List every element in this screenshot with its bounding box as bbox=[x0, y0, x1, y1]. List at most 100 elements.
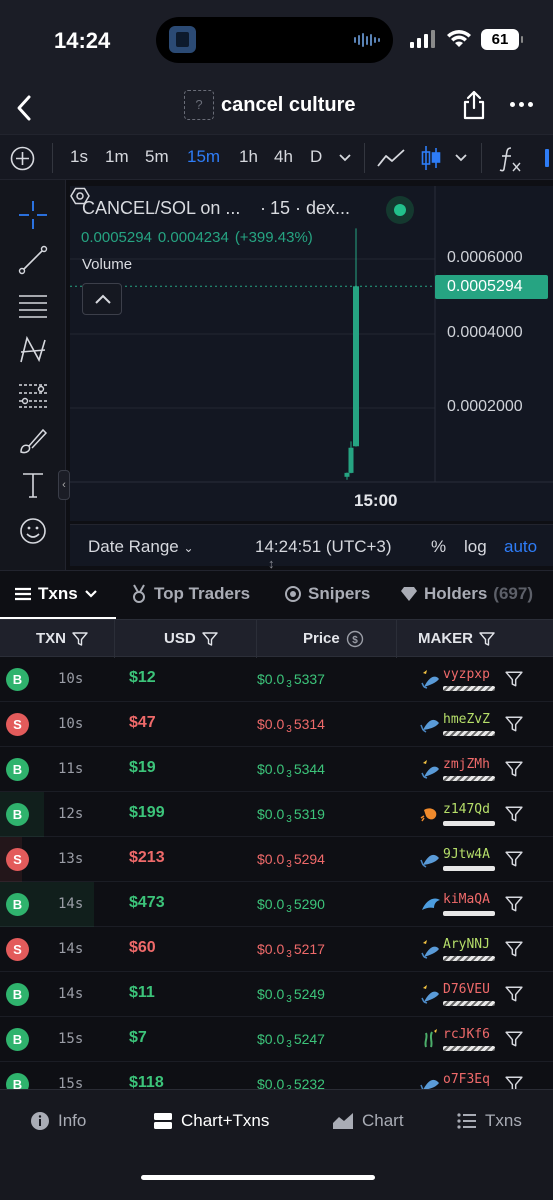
sparkle-fish-icon bbox=[421, 670, 439, 689]
maker-address[interactable]: o7F3Eq bbox=[443, 1072, 490, 1087]
nav-chart-txns[interactable]: Chart+Txns bbox=[153, 1111, 269, 1131]
filter-icon[interactable] bbox=[505, 940, 523, 958]
col-maker[interactable]: MAKER bbox=[418, 620, 495, 658]
maker-address[interactable]: z147Qd bbox=[443, 802, 490, 817]
price-digits: 5290 bbox=[293, 896, 325, 912]
sparkle-seaweed-icon bbox=[424, 1029, 437, 1048]
collapse-legend-button[interactable] bbox=[82, 283, 122, 315]
battery-indicator: 61 bbox=[481, 29, 523, 50]
maker-address[interactable]: hmeZvZ bbox=[443, 712, 490, 727]
col-usd[interactable]: USD bbox=[164, 620, 218, 658]
horizontal-lines-tool[interactable] bbox=[14, 287, 52, 323]
table-row[interactable]: B 14s $11 $0.0 3 5249 D76VEU bbox=[0, 972, 553, 1017]
chart-type-dropdown-icon[interactable] bbox=[454, 153, 468, 163]
add-indicator-icon[interactable] bbox=[10, 146, 35, 171]
line-chart-type-icon[interactable] bbox=[376, 147, 406, 169]
chart-toolbar: 1s 1m 5m 15m 1h 4h D bbox=[0, 134, 553, 180]
price-zero-count: 3 bbox=[286, 904, 292, 915]
tab-holders[interactable]: Holders (697) bbox=[400, 584, 533, 604]
txn-age: 10s bbox=[58, 716, 84, 732]
filter-icon[interactable] bbox=[505, 715, 523, 733]
maker-address[interactable]: AryNNJ bbox=[443, 937, 490, 952]
table-row[interactable]: B 15s $118 $0.035232 o7F3Eq bbox=[0, 1062, 553, 1089]
volume-label: Volume bbox=[82, 256, 133, 273]
col-usd-label: USD bbox=[164, 630, 196, 647]
toolbar-collapse-handle[interactable]: ‹ bbox=[58, 470, 70, 500]
nav-txns[interactable]: Txns bbox=[457, 1111, 522, 1131]
filter-icon[interactable] bbox=[505, 1030, 523, 1048]
share-icon[interactable] bbox=[462, 90, 486, 120]
filter-icon[interactable] bbox=[505, 670, 523, 688]
maker-address[interactable]: zmjZMh bbox=[443, 757, 490, 772]
maker-address[interactable]: rcJKf6 bbox=[443, 1027, 490, 1042]
filter-icon[interactable] bbox=[505, 985, 523, 1003]
table-row[interactable]: B 10s $12 $0.0 3 5337 vyzpxp bbox=[0, 657, 553, 702]
tab-txns[interactable]: Txns bbox=[14, 584, 98, 604]
emoji-tool[interactable] bbox=[14, 513, 52, 549]
tab-top-traders[interactable]: Top Traders bbox=[130, 584, 250, 604]
maker-address[interactable]: D76VEU bbox=[443, 982, 490, 997]
pattern-tool[interactable] bbox=[14, 332, 52, 368]
price-zero-count: 3 bbox=[286, 724, 292, 735]
table-row[interactable]: S 10s $47 $0.0 3 5314 hmeZvZ bbox=[0, 702, 553, 747]
timeframe-1s[interactable]: 1s bbox=[70, 147, 88, 167]
candle-body bbox=[344, 472, 350, 477]
table-row[interactable]: S 14s $60 $0.0 3 5217 AryNNJ bbox=[0, 927, 553, 972]
col-txn[interactable]: TXN bbox=[36, 620, 88, 658]
table-row[interactable]: B 15s $7 $0.0 3 5247 rcJKf6 bbox=[0, 1017, 553, 1062]
timeframe-1h[interactable]: 1h bbox=[239, 147, 258, 167]
fib-retracement-tool[interactable] bbox=[14, 377, 52, 413]
more-options-icon[interactable] bbox=[510, 102, 533, 107]
timeframe-1m[interactable]: 1m bbox=[105, 147, 129, 167]
filter-icon[interactable] bbox=[505, 805, 523, 823]
txn-type-badge: S bbox=[6, 938, 29, 961]
auto-scale-toggle[interactable]: auto bbox=[504, 537, 537, 557]
timeframe-d[interactable]: D bbox=[310, 147, 322, 167]
filter-icon[interactable] bbox=[505, 850, 523, 868]
maker-address[interactable]: kiMaQA bbox=[443, 892, 490, 907]
candles-chart-type-icon[interactable] bbox=[420, 144, 442, 172]
maker-address[interactable]: 9Jtw4A bbox=[443, 847, 490, 862]
trendline-tool[interactable] bbox=[14, 242, 52, 278]
timeframe-15m[interactable]: 15m bbox=[187, 147, 220, 167]
crosshair-tool[interactable] bbox=[14, 197, 52, 233]
timeframe-4h[interactable]: 4h bbox=[274, 147, 293, 167]
timeframe-5m[interactable]: 5m bbox=[145, 147, 169, 167]
back-arrow-icon[interactable] bbox=[14, 94, 34, 122]
tab-snipers[interactable]: Snipers bbox=[284, 584, 370, 604]
status-time: 14:24 bbox=[54, 28, 111, 53]
tab-top-traders-label: Top Traders bbox=[154, 584, 251, 603]
indicators-fx-icon[interactable] bbox=[497, 145, 523, 173]
resize-handle-icon[interactable]: ↕ bbox=[268, 556, 275, 571]
txn-type-badge: B bbox=[6, 1028, 29, 1051]
price-chart[interactable]: CANCEL/SOL on ... · 15 · dex... 0.000529… bbox=[70, 186, 553, 521]
txn-price: $0.0 3 5294 bbox=[257, 851, 325, 870]
table-row[interactable]: S 13s $213 $0.0 3 5294 9Jtw4A bbox=[0, 837, 553, 882]
table-row[interactable]: B 12s $199 $0.0 3 5319 z147Qd bbox=[0, 792, 553, 837]
chart-settings-icon[interactable] bbox=[70, 186, 90, 206]
filter-icon[interactable] bbox=[505, 760, 523, 778]
timeframe-dropdown-icon[interactable] bbox=[338, 153, 352, 163]
log-scale-toggle[interactable]: log bbox=[464, 537, 487, 557]
text-tool[interactable] bbox=[14, 467, 52, 503]
txn-table-body: B 10s $12 $0.0 3 5337 vyzpxp S 10s $47 $0.0 3 5314 hm… bbox=[0, 657, 553, 1089]
table-row[interactable]: B 14s $473 $0.0 3 5290 kiMaQA bbox=[0, 882, 553, 927]
txn-price: $0.0 3 5290 bbox=[257, 896, 325, 915]
maker-balance-bar bbox=[443, 686, 495, 691]
txn-type-badge: B bbox=[6, 983, 29, 1006]
percent-scale-toggle[interactable]: % bbox=[431, 537, 446, 557]
txn-usd: $7 bbox=[129, 1029, 147, 1046]
col-price[interactable]: Price $ bbox=[303, 620, 364, 658]
nav-chart[interactable]: Chart bbox=[332, 1111, 404, 1131]
table-row[interactable]: B 11s $19 $0.0 3 5344 zmjZMh bbox=[0, 747, 553, 792]
brush-tool[interactable] bbox=[14, 422, 52, 458]
date-range-button[interactable]: Date Range ⌄ bbox=[88, 537, 194, 557]
filter-icon[interactable] bbox=[505, 1075, 523, 1089]
maker-address[interactable]: vyzpxp bbox=[443, 667, 490, 682]
nav-info[interactable]: Info bbox=[30, 1111, 86, 1131]
chevron-up-icon bbox=[95, 294, 111, 304]
nav-txns-label: Txns bbox=[485, 1111, 522, 1130]
app-header: ? cancel culture bbox=[0, 82, 553, 134]
filter-icon[interactable] bbox=[505, 895, 523, 913]
price-digits: 5249 bbox=[293, 986, 325, 1002]
